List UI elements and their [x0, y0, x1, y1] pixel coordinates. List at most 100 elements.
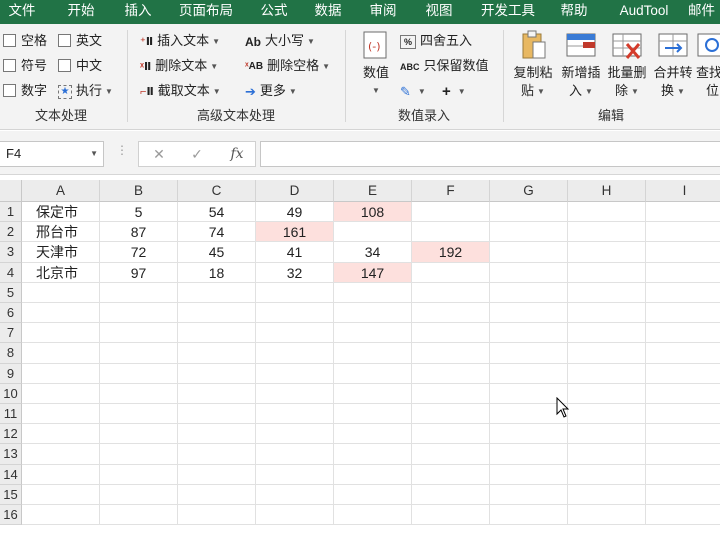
cell-f3[interactable]: 192 [412, 242, 490, 263]
cell-b10[interactable] [100, 383, 178, 404]
select-all-corner[interactable] [0, 180, 22, 202]
cell-c14[interactable] [178, 464, 256, 485]
column-header-e[interactable]: E [334, 180, 412, 202]
cell-f13[interactable] [412, 444, 490, 465]
menu-audtool[interactable]: AudTool [608, 0, 680, 24]
cell-e2[interactable] [334, 222, 412, 243]
insert-text-button[interactable]: ⁺Ⅱ 插入文本 ▼ [140, 30, 220, 52]
cell-a9[interactable] [22, 363, 100, 384]
cell-a2[interactable]: 邢台市 [22, 222, 100, 243]
cell-c16[interactable] [178, 505, 256, 526]
cell-f10[interactable] [412, 383, 490, 404]
cell-b11[interactable] [100, 404, 178, 425]
find-locate-button[interactable]: 查找 位 [696, 30, 720, 100]
cell-h5[interactable] [568, 282, 646, 303]
cell-d15[interactable] [256, 484, 334, 505]
cell-g3[interactable] [490, 242, 568, 263]
cell-e4[interactable]: 147 [334, 262, 412, 283]
cell-b4[interactable]: 97 [100, 262, 178, 283]
cell-e8[interactable] [334, 343, 412, 364]
row-header-9[interactable]: 9 [0, 363, 22, 384]
cell-a5[interactable] [22, 282, 100, 303]
cell-i7[interactable] [646, 323, 720, 344]
formula-input[interactable] [260, 141, 720, 167]
cell-f5[interactable] [412, 282, 490, 303]
cell-h14[interactable] [568, 464, 646, 485]
cell-i4[interactable] [646, 263, 720, 283]
cell-b3[interactable]: 72 [100, 242, 178, 263]
cell-b9[interactable] [100, 363, 178, 384]
delete-text-button[interactable]: ˣⅡ 删除文本 ▼ [140, 55, 218, 77]
cell-h11[interactable] [568, 404, 646, 425]
execute-button[interactable]: ★ 执行 ▼ [58, 80, 113, 102]
cell-c15[interactable] [178, 484, 256, 505]
row-header-13[interactable]: 13 [0, 444, 22, 465]
cell-e9[interactable] [334, 363, 412, 384]
cell-d11[interactable] [256, 404, 334, 425]
cell-g9[interactable] [490, 363, 568, 384]
cell-h1[interactable] [568, 202, 646, 223]
cell-c1[interactable]: 54 [178, 202, 256, 223]
cell-f8[interactable] [412, 343, 490, 364]
cell-c4[interactable]: 18 [178, 262, 256, 283]
cell-e5[interactable] [334, 282, 412, 303]
more-button[interactable]: ➔ 更多 ▼ [245, 80, 297, 102]
cancel-icon[interactable]: ✕ [144, 141, 174, 167]
row-header-6[interactable]: 6 [0, 303, 22, 324]
edit-fill-button[interactable]: ✎ ▼ [400, 80, 426, 102]
cell-c10[interactable] [178, 383, 256, 404]
cell-h6[interactable] [568, 303, 646, 324]
cell-g13[interactable] [490, 444, 568, 465]
cell-d3[interactable]: 41 [256, 242, 334, 263]
cell-i8[interactable] [646, 343, 720, 364]
cell-a4[interactable]: 北京市 [22, 262, 100, 283]
column-header-h[interactable]: H [568, 180, 646, 202]
cell-d16[interactable] [256, 505, 334, 526]
cell-f15[interactable] [412, 484, 490, 505]
cell-g15[interactable] [490, 484, 568, 505]
cell-i9[interactable] [646, 364, 720, 384]
menu-file[interactable]: 文件 [0, 0, 44, 24]
batch-delete-button[interactable]: 批量删 除 ▼ [604, 30, 650, 101]
cell-e16[interactable] [334, 505, 412, 526]
row-header-2[interactable]: 2 [0, 222, 22, 243]
cell-e15[interactable] [334, 484, 412, 505]
menu-review[interactable]: 审阅 [360, 0, 406, 24]
cell-h4[interactable] [568, 262, 646, 283]
cell-d7[interactable] [256, 323, 334, 344]
cell-h15[interactable] [568, 484, 646, 505]
menu-formulas[interactable]: 公式 [252, 0, 296, 24]
add-button[interactable]: + ▼ [442, 80, 466, 102]
name-box[interactable]: F4 ▼ [0, 141, 104, 167]
cell-h3[interactable] [568, 242, 646, 263]
cell-g2[interactable] [490, 222, 568, 243]
cell-i12[interactable] [646, 424, 720, 445]
cell-g1[interactable] [490, 202, 568, 223]
menu-insert[interactable]: 插入 [114, 0, 162, 24]
cell-a15[interactable] [22, 484, 100, 505]
cell-c7[interactable] [178, 323, 256, 344]
cell-e14[interactable] [334, 464, 412, 485]
row-header-15[interactable]: 15 [0, 484, 22, 505]
cell-g4[interactable] [490, 262, 568, 283]
cell-d4[interactable]: 32 [256, 262, 334, 283]
cell-b5[interactable] [100, 282, 178, 303]
cell-g14[interactable] [490, 464, 568, 485]
cell-c6[interactable] [178, 303, 256, 324]
menu-page-layout[interactable]: 页面布局 [172, 0, 240, 24]
menu-mail[interactable]: 邮件 [688, 0, 720, 24]
cell-b15[interactable] [100, 484, 178, 505]
row-header-12[interactable]: 12 [0, 424, 22, 445]
row-header-7[interactable]: 7 [0, 323, 22, 344]
cell-e7[interactable] [334, 323, 412, 344]
cell-g16[interactable] [490, 505, 568, 526]
cell-i1[interactable] [646, 202, 720, 223]
cell-f12[interactable] [412, 424, 490, 445]
cell-e12[interactable] [334, 424, 412, 445]
menu-data[interactable]: 数据 [306, 0, 350, 24]
check-symbol[interactable]: 符号 [3, 55, 47, 77]
cell-d8[interactable] [256, 343, 334, 364]
cell-f2[interactable] [412, 222, 490, 243]
cell-e1[interactable]: 108 [334, 202, 412, 223]
cell-i5[interactable] [646, 283, 720, 303]
